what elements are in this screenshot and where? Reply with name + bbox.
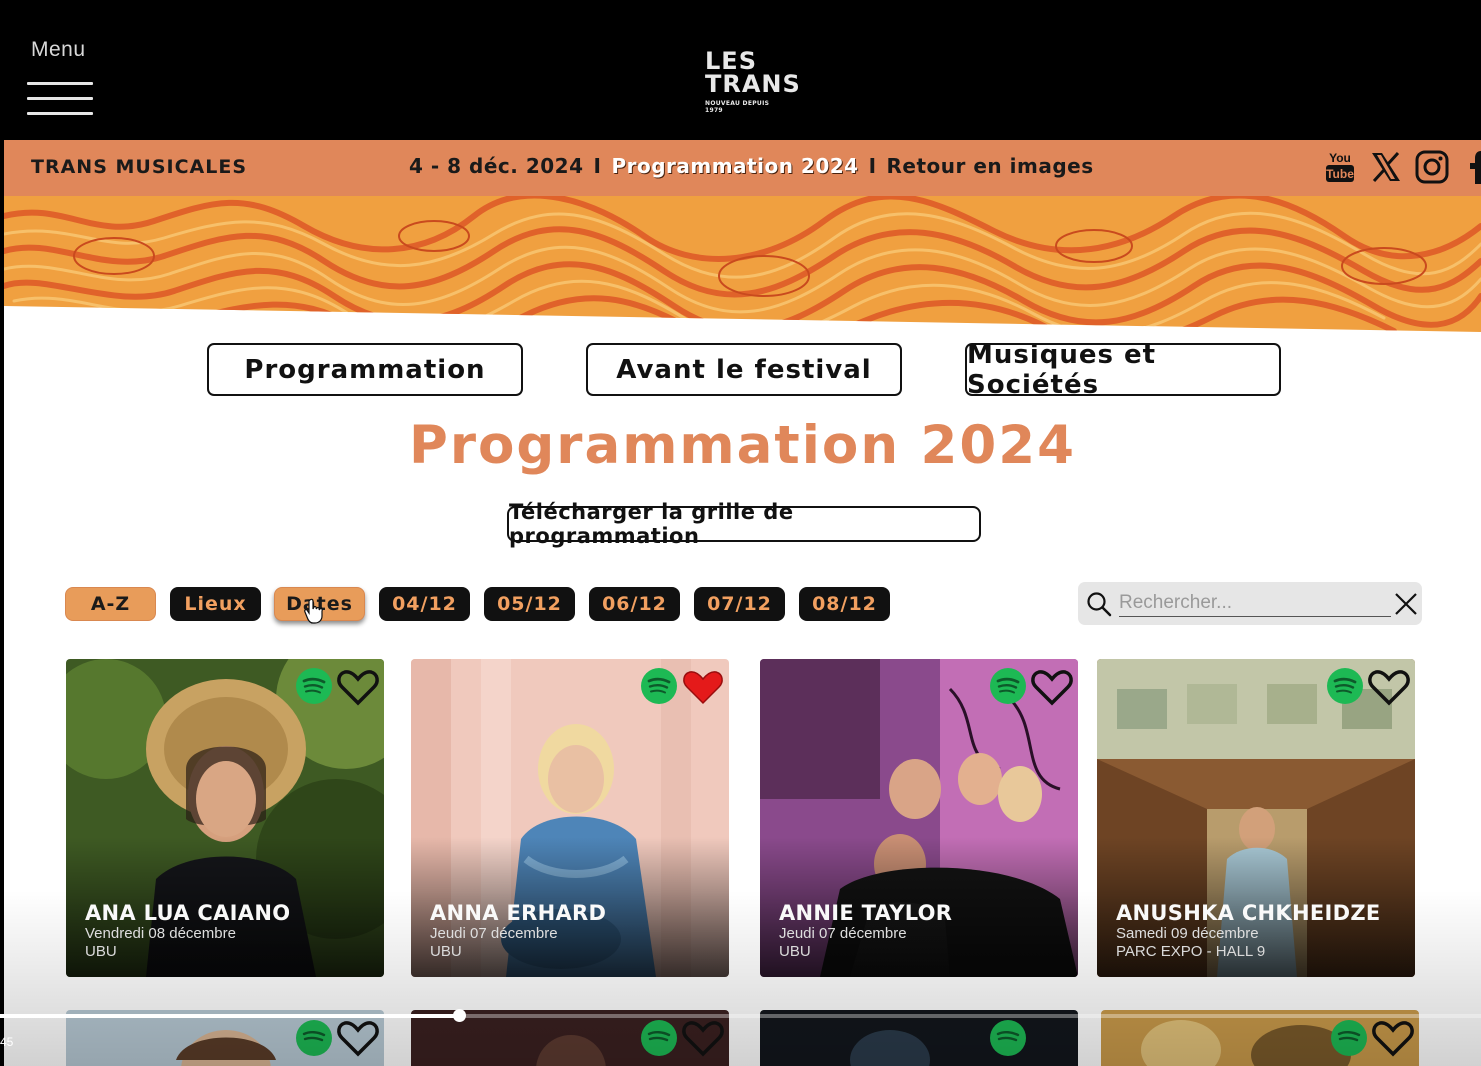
filter-date-0412[interactable]: 04/12: [379, 587, 470, 621]
nav-separator: I: [868, 154, 877, 178]
les-trans-logo[interactable]: LES TRANS NOUVEAU DEPUIS 1979: [705, 49, 801, 114]
clear-search-icon[interactable]: [1393, 591, 1419, 617]
tab-avant-le-festival[interactable]: Avant le festival: [586, 343, 902, 396]
youtube-text-top: You: [1329, 151, 1351, 165]
x-icon[interactable]: [1368, 148, 1404, 186]
artist-venue: PARC EXPO - HALL 9: [1116, 943, 1266, 960]
spotify-icon[interactable]: [640, 667, 678, 705]
artist-name: ANNIE TAYLOR: [779, 901, 953, 925]
filter-lieux[interactable]: Lieux: [170, 587, 261, 621]
tab-musiques-et-societes[interactable]: Musiques et Sociétés: [965, 340, 1281, 400]
festival-dates: 4 - 8 déc. 2024: [409, 154, 584, 178]
video-progress-bar[interactable]: [0, 1009, 1481, 1022]
page-content: TRANS MUSICALES 4 - 8 déc. 2024 I Programm…: [4, 140, 1481, 1066]
spotify-icon[interactable]: [989, 667, 1027, 705]
search-box: [1078, 582, 1422, 625]
filter-date-0812[interactable]: 08/12: [799, 587, 890, 621]
hand-cursor-icon: [304, 598, 323, 624]
heart-icon-active[interactable]: [681, 667, 725, 707]
facebook-icon[interactable]: [1460, 148, 1481, 186]
filter-az[interactable]: A-Z: [65, 587, 156, 621]
logo-tagline: NOUVEAU DEPUIS 1979: [705, 100, 770, 114]
artist-photo: [1101, 1010, 1419, 1066]
programmation-link[interactable]: Programmation 2024: [611, 154, 858, 178]
artist-card[interactable]: [760, 1010, 1078, 1066]
festival-bar: TRANS MUSICALES 4 - 8 déc. 2024 I Programm…: [4, 140, 1481, 196]
page-title: Programmation 2024: [408, 415, 1077, 476]
tab-programmation[interactable]: Programmation: [207, 343, 523, 396]
artist-photo: [760, 1010, 1078, 1066]
heart-icon[interactable]: [1030, 667, 1074, 707]
spotify-icon[interactable]: [295, 667, 333, 705]
artist-date: Vendredi 08 décembre: [85, 925, 236, 942]
site-name[interactable]: TRANS MUSICALES: [31, 156, 247, 178]
artist-venue: UBU: [85, 943, 117, 960]
instagram-icon[interactable]: [1414, 148, 1450, 186]
filter-date-0712[interactable]: 07/12: [694, 587, 785, 621]
filter-date-0512[interactable]: 05/12: [484, 587, 575, 621]
video-progress-fill: [0, 1014, 460, 1018]
artist-name: ANUSHKA CHKHEIDZE: [1116, 901, 1381, 925]
download-grid-button[interactable]: Télécharger la grille de programmation: [507, 500, 981, 548]
filter-date-0612[interactable]: 06/12: [589, 587, 680, 621]
spotify-icon[interactable]: [1326, 667, 1364, 705]
top-bar: Menu LES TRANS NOUVEAU DEPUIS 1979: [0, 0, 1481, 140]
artist-card[interactable]: [1101, 1010, 1419, 1066]
nav-separator: I: [593, 154, 602, 178]
heart-icon[interactable]: [1367, 667, 1411, 707]
artist-date: Jeudi 07 décembre: [779, 925, 907, 942]
retour-link[interactable]: Retour en images: [887, 154, 1094, 178]
artist-name: ANNA ERHARD: [430, 901, 607, 925]
search-input[interactable]: [1119, 590, 1391, 617]
artist-card[interactable]: ANNIE TAYLOR Jeudi 07 décembre UBU: [760, 659, 1078, 977]
heart-icon[interactable]: [336, 667, 380, 707]
logo-line2: TRANS: [705, 70, 801, 98]
decorative-pattern-banner: [4, 196, 1481, 336]
artist-date: Samedi 09 décembre: [1116, 925, 1259, 942]
menu-label[interactable]: Menu: [31, 38, 86, 62]
artist-card[interactable]: ANA LUA CAIANO Vendredi 08 décembre UBU: [66, 659, 384, 977]
search-icon[interactable]: [1086, 591, 1112, 617]
hamburger-menu-icon[interactable]: [27, 82, 93, 118]
artist-date: Jeudi 07 décembre: [430, 925, 558, 942]
artist-photo: [66, 1010, 384, 1066]
festival-nav: 4 - 8 déc. 2024 I Programmation 2024 I Retou…: [409, 154, 1094, 178]
artist-venue: UBU: [430, 943, 462, 960]
social-links: You Tube: [1322, 148, 1481, 186]
youtube-text-bottom: Tube: [1326, 167, 1354, 181]
artist-card[interactable]: ANNA ERHARD Jeudi 07 décembre UBU: [411, 659, 729, 977]
youtube-icon[interactable]: You Tube: [1322, 148, 1358, 186]
video-timecode: 45: [0, 1035, 14, 1049]
artist-name: ANA LUA CAIANO: [85, 901, 291, 925]
artist-venue: UBU: [779, 943, 811, 960]
artist-card[interactable]: [66, 1010, 384, 1066]
artist-card[interactable]: ANUSHKA CHKHEIDZE Samedi 09 décembre PAR…: [1097, 659, 1415, 977]
